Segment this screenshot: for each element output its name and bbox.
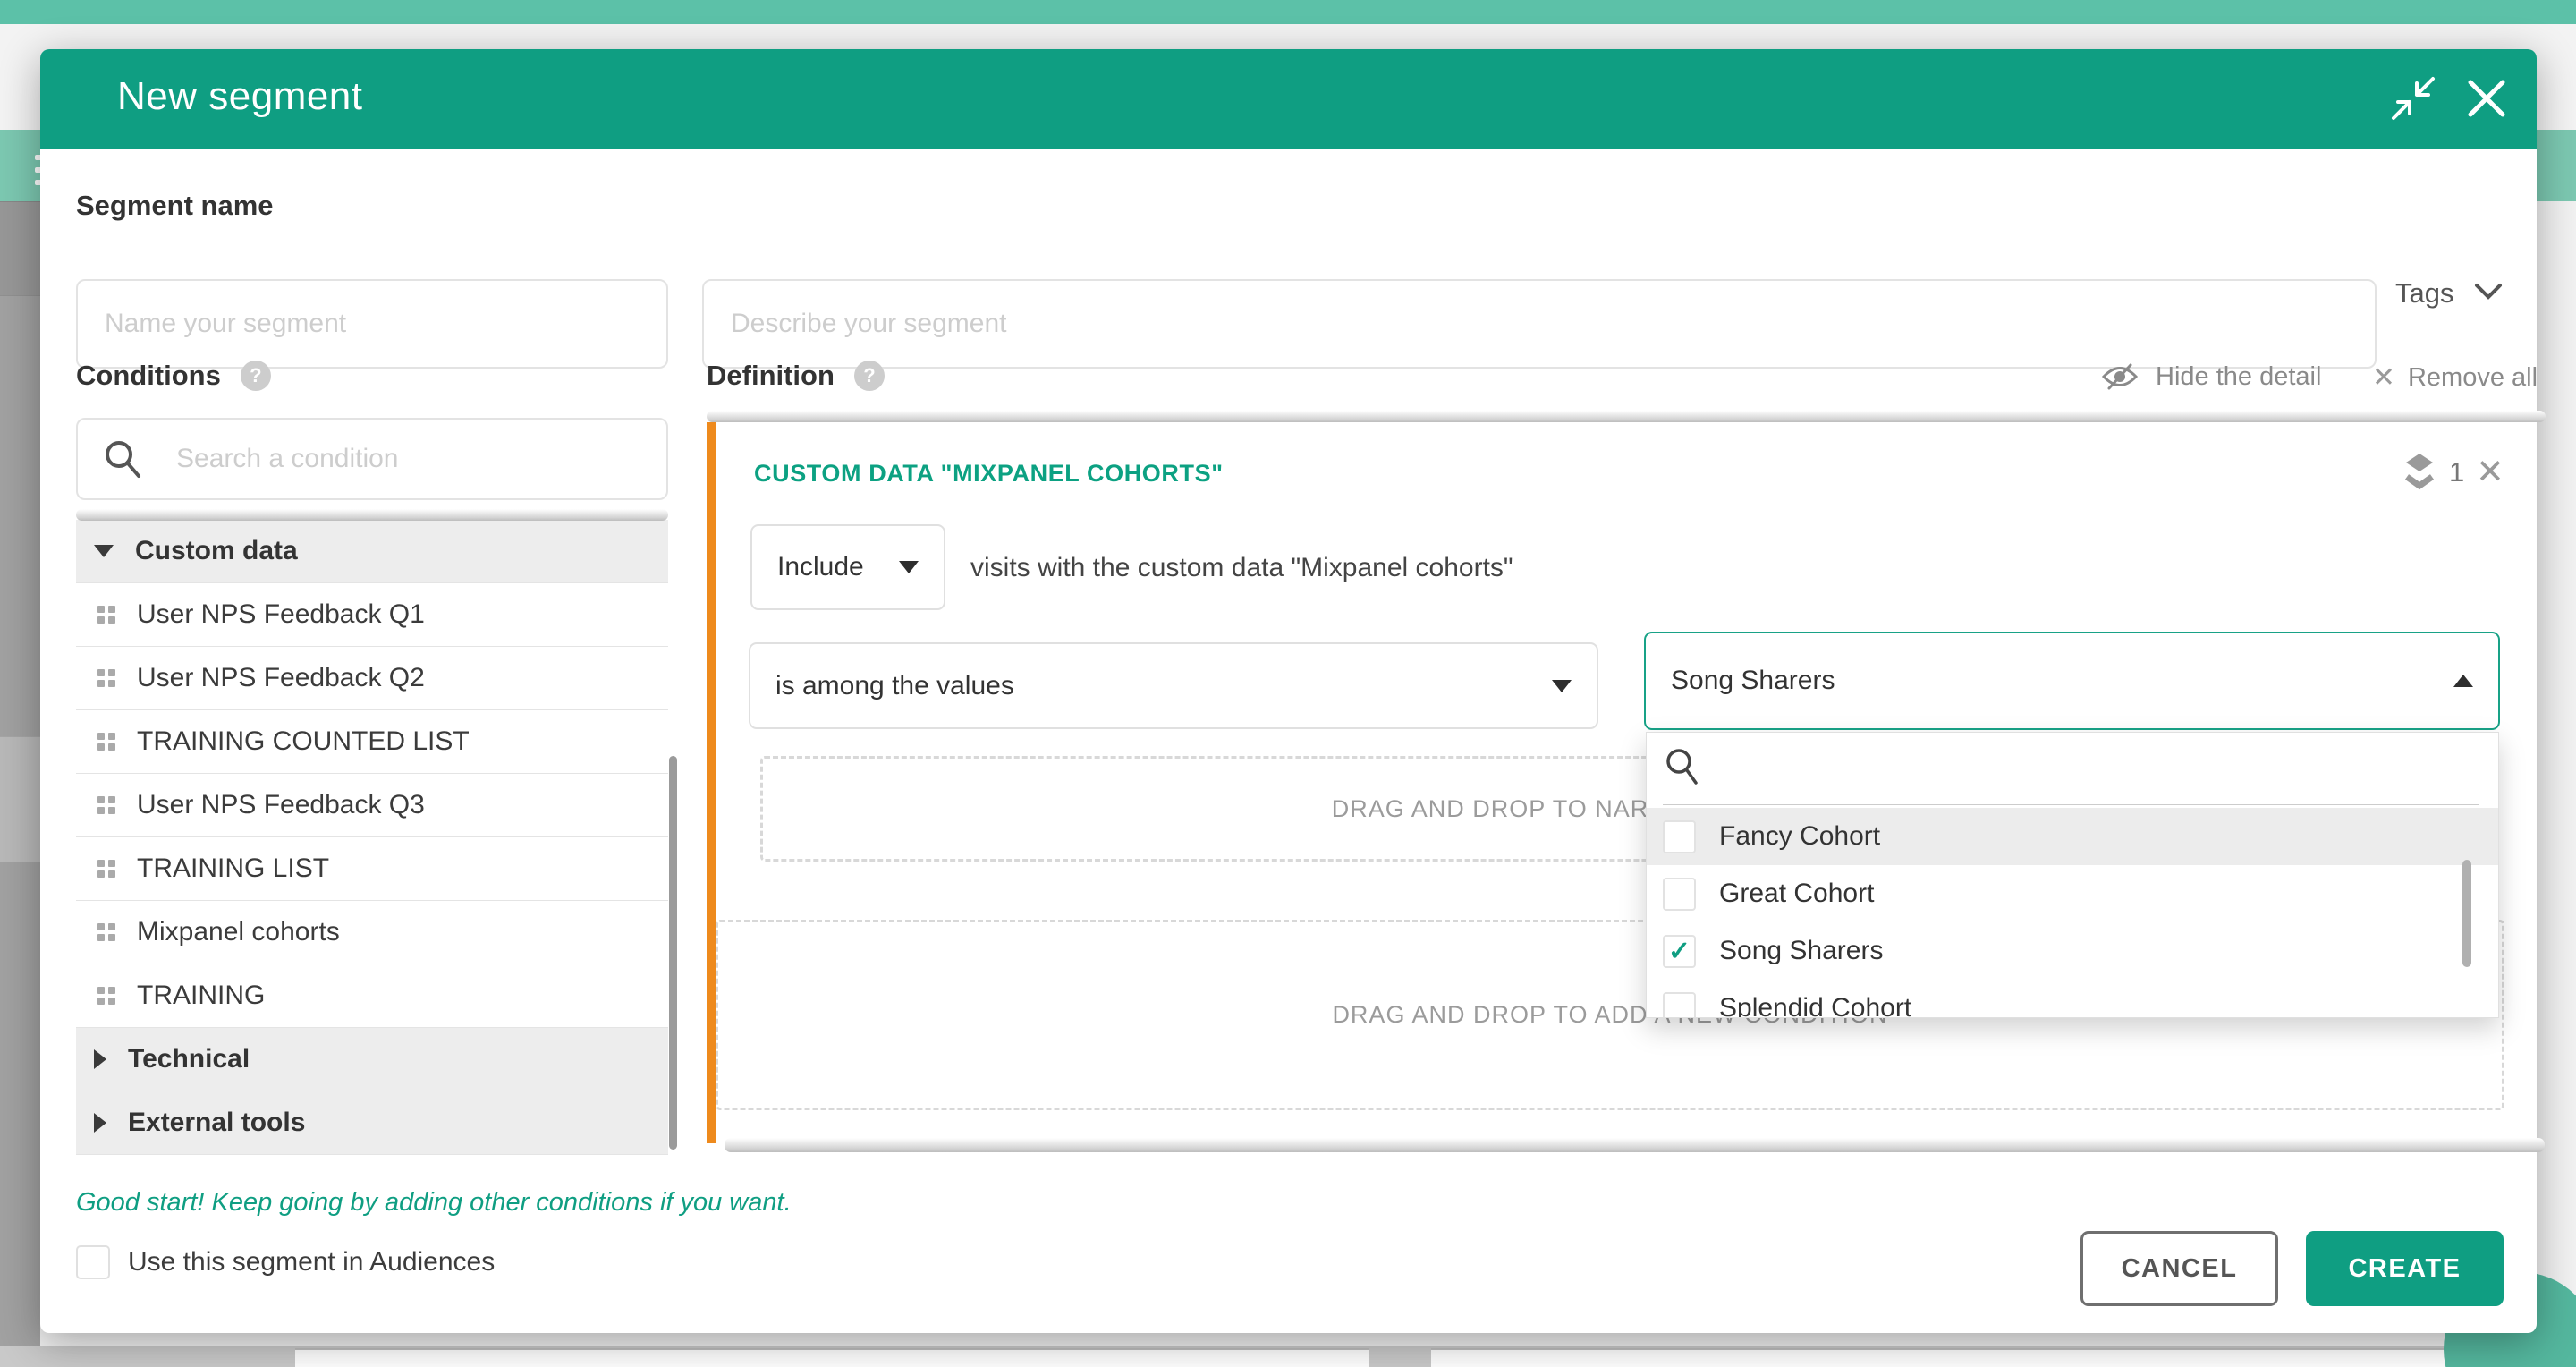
drag-handle-icon[interactable] [97, 860, 115, 878]
modal-header [40, 49, 2537, 149]
conditions-list: Custom data User NPS Feedback Q1 User NP… [76, 520, 668, 1155]
tags-dropdown[interactable]: Tags [2395, 265, 2529, 322]
backdrop-topbar [0, 0, 2576, 24]
condition-search-input[interactable] [76, 418, 668, 500]
divider [1663, 804, 2479, 805]
audiences-checkbox-row[interactable]: Use this segment in Audiences [76, 1245, 495, 1279]
caret-down-icon [1552, 680, 1572, 692]
close-icon: ✕ [2372, 361, 2395, 394]
condition-item[interactable]: TRAINING LIST [76, 837, 668, 901]
close-icon[interactable] [2460, 72, 2513, 125]
drag-handle-icon[interactable] [97, 606, 115, 624]
conditions-title: Conditions [76, 360, 221, 392]
help-icon[interactable]: ? [241, 361, 271, 391]
drag-handle-icon[interactable] [97, 987, 115, 1005]
checkbox-unchecked[interactable] [1663, 992, 1696, 1019]
condition-level-indicator[interactable]: 1 [2404, 452, 2464, 493]
condition-item[interactable]: TRAINING COUNTED LIST [76, 710, 668, 774]
popup-scrollbar[interactable] [2462, 860, 2471, 967]
collapse-window-icon[interactable] [2386, 72, 2440, 125]
condition-group-color-bar [707, 422, 716, 1143]
chevron-down-icon [2473, 282, 2504, 306]
drag-handle-icon[interactable] [97, 669, 115, 687]
checkbox-unchecked[interactable] [76, 1245, 110, 1279]
segment-name-label: Segment name [76, 190, 274, 222]
condition-group-technical[interactable]: Technical [76, 1028, 668, 1091]
definition-title: Definition [707, 360, 835, 392]
condition-card-title: CUSTOM DATA "MIXPANEL COHORTS" [754, 460, 1224, 488]
condition-group-custom-data[interactable]: Custom data [76, 520, 668, 583]
create-button[interactable]: CREATE [2306, 1231, 2504, 1306]
hide-detail-button[interactable]: Hide the detail [2100, 361, 2321, 392]
option-great-cohort[interactable]: Great Cohort [1647, 865, 2498, 922]
option-list: Fancy Cohort Great Cohort ✓ Song Sharers… [1647, 808, 2498, 1018]
value-dropdown[interactable]: Song Sharers [1644, 632, 2500, 730]
condition-description: visits with the custom data "Mixpanel co… [970, 553, 1513, 583]
remove-all-button[interactable]: ✕ Remove all [2372, 361, 2538, 394]
definition-horizontal-scrollbar[interactable] [724, 1138, 2545, 1152]
drag-handle-icon[interactable] [97, 796, 115, 814]
operator-dropdown[interactable]: is among the values [749, 642, 1598, 729]
tags-label: Tags [2395, 277, 2453, 310]
checkbox-unchecked[interactable] [1663, 820, 1696, 853]
definition-header: Definition ? [707, 360, 885, 392]
conditions-header: Conditions ? [76, 360, 271, 392]
drag-handle-icon[interactable] [97, 923, 115, 941]
caret-down-icon [94, 545, 114, 557]
audiences-checkbox-label: Use this segment in Audiences [128, 1247, 495, 1278]
backdrop-table-row [0, 295, 40, 737]
condition-item[interactable]: User NPS Feedback Q1 [76, 583, 668, 647]
include-dropdown[interactable]: Include [750, 524, 945, 610]
condition-group-external-tools[interactable]: External tools [76, 1091, 668, 1155]
condition-item[interactable]: User NPS Feedback Q3 [76, 774, 668, 837]
backdrop-table-row [0, 862, 40, 1347]
conditions-scrollbar[interactable] [669, 756, 677, 1150]
layers-icon [2404, 452, 2435, 493]
caret-up-icon [2453, 675, 2473, 687]
drag-handle-icon[interactable] [97, 733, 115, 751]
option-fancy-cohort[interactable]: Fancy Cohort [1647, 808, 2498, 865]
eye-off-icon [2100, 361, 2140, 392]
condition-item[interactable]: TRAINING [76, 964, 668, 1028]
backdrop-table-row [0, 736, 40, 862]
checkbox-checked[interactable]: ✓ [1663, 935, 1696, 968]
caret-down-icon [899, 561, 919, 573]
hint-message: Good start! Keep going by adding other c… [76, 1188, 792, 1218]
remove-condition-icon[interactable]: ✕ [2476, 452, 2504, 492]
search-icon [103, 438, 142, 480]
caret-right-icon [94, 1049, 106, 1069]
option-song-sharers[interactable]: ✓ Song Sharers [1647, 922, 2498, 980]
value-dropdown-popup: Fancy Cohort Great Cohort ✓ Song Sharers… [1646, 732, 2499, 1018]
option-splendid-cohort[interactable]: Splendid Cohort [1647, 980, 2498, 1018]
caret-right-icon [94, 1113, 106, 1133]
segment-description-input[interactable] [702, 279, 2377, 369]
condition-item[interactable]: Mixpanel cohorts [76, 901, 668, 964]
screen: New segment Segment name Tags Conditions… [0, 0, 2576, 1367]
backdrop-table-row [0, 201, 40, 296]
level-count: 1 [2449, 456, 2464, 488]
backdrop-panel [1431, 1348, 2531, 1367]
checkbox-unchecked[interactable] [1663, 878, 1696, 911]
search-icon [1665, 747, 1700, 786]
modal-title: New segment [117, 74, 363, 119]
condition-item[interactable]: User NPS Feedback Q2 [76, 647, 668, 710]
scroll-shadow [76, 509, 668, 521]
segment-name-input[interactable] [76, 279, 668, 369]
cancel-button[interactable]: CANCEL [2080, 1231, 2278, 1306]
backdrop-panel [295, 1348, 1368, 1367]
scroll-shadow [707, 411, 2546, 422]
help-icon[interactable]: ? [854, 361, 885, 391]
